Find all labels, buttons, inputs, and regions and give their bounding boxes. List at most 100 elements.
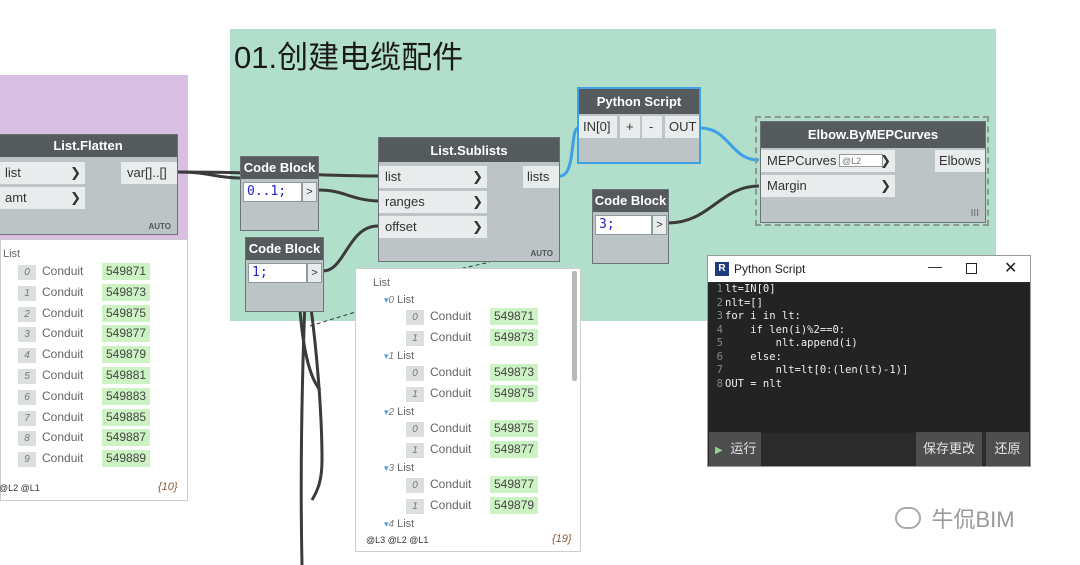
line-number: 4 [716,323,723,336]
chevron-down-icon[interactable]: ▾ [384,463,389,473]
code-line[interactable]: 5 nlt.append(i) [709,337,1029,351]
revert-button[interactable]: 还原 [986,432,1029,466]
remove-input-button[interactable]: - [642,116,662,138]
scrollbar[interactable] [572,271,577,381]
code-block-input[interactable]: 0..1; [243,182,302,202]
sublist-header[interactable]: ▾4 List [384,515,414,533]
element-type: Conduit [42,284,84,299]
node-header[interactable]: Code Block [246,238,323,260]
chevron-down-icon[interactable]: ▾ [384,519,389,529]
run-button[interactable]: ▶ 运行 [709,432,761,466]
node-header[interactable]: Elbow.ByMEPCurves [761,122,985,148]
list-item: 0 Conduit 549873 [406,363,539,381]
element-type: Conduit [42,305,84,320]
list-sublists-node[interactable]: List.Sublists list ❯ ranges ❯ offset ❯ list… [378,137,560,262]
port-label: amt [5,190,27,205]
code-line[interactable]: 8 OUT = nlt [709,378,1029,392]
sublist-index: 0 [388,295,395,306]
element-id: 549889 [102,450,151,468]
list-index: 1 [406,498,424,514]
input-port-ranges[interactable]: ranges ❯ [379,191,487,213]
code-line[interactable]: 2 nlt=[] [709,297,1029,311]
code-text: nlt=[] [725,296,763,309]
output-port[interactable]: lists [523,166,559,188]
list-item: 0 Conduit 549877 [406,475,539,493]
element-id: 549873 [102,283,151,301]
element-type: Conduit [42,264,84,278]
chevron-down-icon[interactable]: ▾ [384,295,389,305]
line-number: 8 [716,377,723,390]
chevron-down-icon[interactable]: ▾ [384,351,389,361]
port-label: list [385,169,401,184]
chevron-right-icon: ❯ [472,194,483,209]
list-index: 0 [406,310,424,325]
code-line[interactable]: 4 if len(i)%2==0: [709,324,1029,338]
list-index: 1 [406,442,424,458]
code-line[interactable]: 7 nlt=lt[0:(len(lt)-1)] [709,364,1029,378]
input-port-in0[interactable]: IN[0] [579,116,617,138]
code-editor[interactable]: 1 lt=IN[0] 2 nlt=[] 3 for i in lt: 4 if len(i)… [709,283,1029,433]
element-id: 549875 [490,420,539,437]
input-port-list[interactable]: list ❯ [0,162,85,184]
window-titlebar[interactable]: R Python Script — ✕ [708,256,1030,282]
code-text: lt=IN[0] [725,283,776,295]
list-index: 9 [18,452,36,468]
output-port[interactable]: > [302,182,317,202]
list-flatten-node[interactable]: List.Flatten list ❯ amt ❯ var[]..[] AUTO [0,134,178,235]
output-port[interactable]: > [652,215,667,235]
input-port-list[interactable]: list ❯ [379,166,487,188]
node-header[interactable]: Code Block [593,190,668,212]
output-port[interactable]: OUT [665,116,699,138]
element-type: Conduit [430,385,472,400]
element-type: Conduit [430,477,472,491]
chevron-down-icon[interactable]: ▾ [384,407,389,417]
code-block-node[interactable]: Code Block 1; > [245,237,324,312]
python-script-node[interactable]: Python Script IN[0] + - OUT [577,87,701,164]
code-line[interactable]: 3 for i in lt: [709,310,1029,324]
list-item: 6 Conduit 549883 [18,387,151,405]
output-port[interactable]: > [307,263,322,283]
element-id: 549871 [490,308,539,325]
code-block-node[interactable]: Code Block 3; > [592,189,669,264]
node-header[interactable]: List.Flatten [0,135,177,157]
output-port[interactable]: var[]..[] [121,162,177,184]
element-id: 549883 [102,387,151,405]
code-block-node[interactable]: Code Block 0..1; > [240,156,319,231]
minimize-icon[interactable]: — [928,258,942,274]
sublist-label: List [397,350,415,362]
input-port-amt[interactable]: amt ❯ [0,187,85,209]
left-watch-preview[interactable]: List 0 Conduit 549871 1 Conduit 549873 2 Condui… [0,239,188,501]
output-port[interactable]: Elbows [935,150,985,172]
list-index: 0 [406,366,424,381]
maximize-icon[interactable] [966,263,977,274]
close-icon[interactable]: ✕ [1004,258,1017,278]
list-item: 7 Conduit 549885 [18,408,151,426]
list-index: 1 [406,386,424,402]
code-block-input[interactable]: 3; [595,215,652,235]
sublists-watch-preview[interactable]: List ▾0 List 0 Conduit 549871 1 Conduit 549873 ▾… [355,268,581,552]
input-port-offset[interactable]: offset ❯ [379,216,487,238]
element-id: 549875 [490,384,539,402]
code-block-input[interactable]: 1; [248,263,307,283]
list-item: 0 Conduit 549871 [406,307,539,325]
list-item: 3 Conduit 549877 [18,324,151,343]
level-selector[interactable]: @L2 [839,154,883,167]
wechat-icon [895,507,921,529]
list-levels: @L3 @L2 @L1 [366,535,429,545]
node-header[interactable]: Python Script [579,89,699,114]
input-port-margin[interactable]: Margin ❯ [761,175,895,197]
code-text: for i in lt: [725,310,801,322]
code-line[interactable]: 6 else: [709,351,1029,365]
save-changes-button[interactable]: 保存更改 [916,432,982,466]
add-input-button[interactable]: + [620,116,640,138]
node-header[interactable]: Code Block [241,157,318,179]
elbow-bymepcurves-node[interactable]: Elbow.ByMEPCurves MEPCurves @L2 ❯ Margin ❯ … [760,121,986,223]
code-line[interactable]: 1 lt=IN[0] [709,283,1029,297]
input-port-mepcurves[interactable]: MEPCurves @L2 ❯ [761,150,895,172]
list-item: 1 Conduit 549873 [406,328,539,346]
line-number: 5 [716,337,723,349]
wire-python-to-elbow [699,126,760,162]
python-script-window[interactable]: R Python Script — ✕ 1 lt=IN[0] 2 nlt=[] 3 for… [707,255,1031,467]
port-label: list [5,165,21,180]
node-header[interactable]: List.Sublists [379,138,559,162]
